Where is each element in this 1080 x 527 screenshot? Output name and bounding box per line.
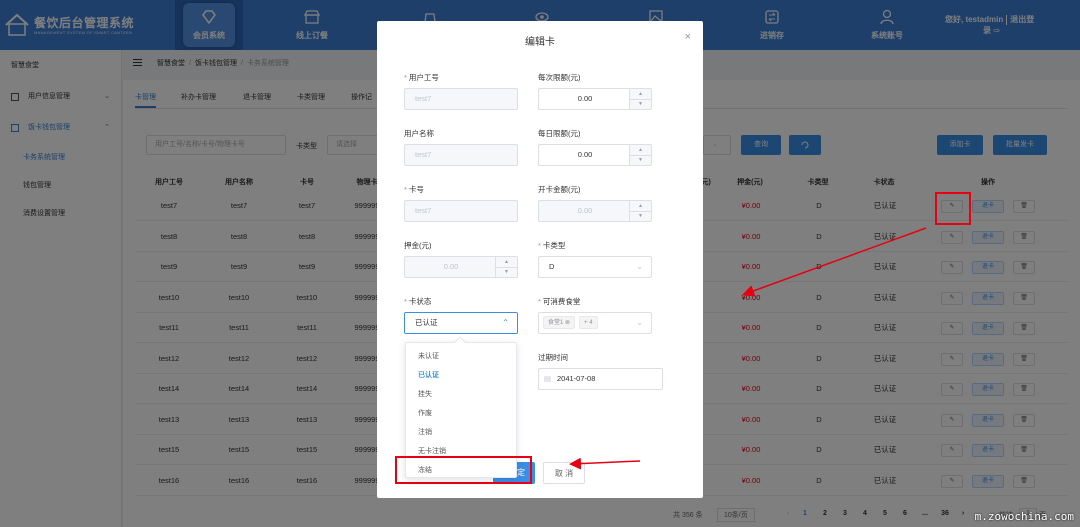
annotation-arrows	[569, 227, 927, 470]
watermark: m.zowochina.com	[974, 510, 1074, 523]
arrow-to-frozen	[569, 457, 641, 470]
arrow-to-row	[742, 227, 927, 297]
